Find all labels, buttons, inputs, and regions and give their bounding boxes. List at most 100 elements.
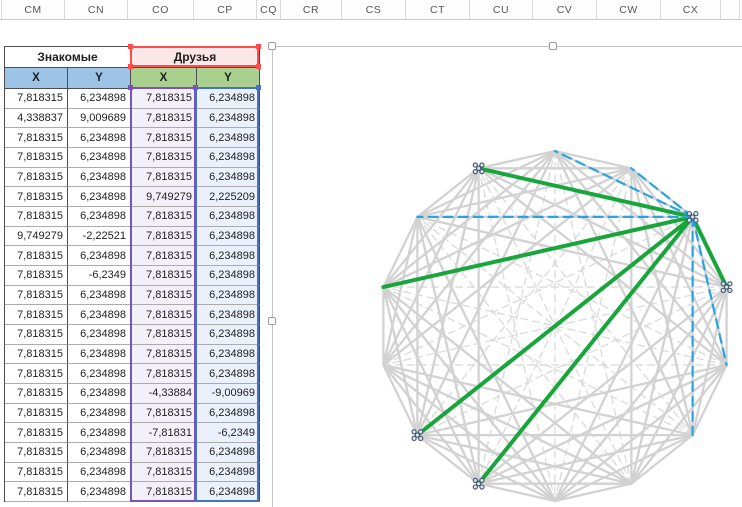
cell-r12-c4[interactable]: 6,234898 xyxy=(197,305,260,325)
cell-r6-c3[interactable]: 9,749279 xyxy=(131,187,197,207)
cell-r11-c2[interactable]: 6,234898 xyxy=(68,286,131,306)
cell-r14-c2[interactable]: 6,234898 xyxy=(68,345,131,365)
cell-r20-c1[interactable]: 7,818315 xyxy=(5,463,68,483)
cell-r11-c3[interactable]: 7,818315 xyxy=(131,286,197,306)
cell-r14-c4[interactable]: 6,234898 xyxy=(197,345,260,365)
cell-r7-c4[interactable]: 6,234898 xyxy=(197,207,260,227)
cell-r2-c3[interactable]: 7,818315 xyxy=(131,109,197,129)
cell-r10-c1[interactable]: 7,818315 xyxy=(5,266,68,286)
cell-r15-c4[interactable]: 6,234898 xyxy=(197,364,260,384)
cell-r4-c1[interactable]: 7,818315 xyxy=(5,148,68,168)
cell-r3-c1[interactable]: 7,818315 xyxy=(5,128,68,148)
cell-r19-c2[interactable]: 6,234898 xyxy=(68,443,131,463)
cell-r20-c4[interactable]: 6,234898 xyxy=(197,463,260,483)
red-range-handle-br[interactable] xyxy=(256,64,261,69)
column-header-CP[interactable]: CP xyxy=(194,0,257,19)
cell-r5-c1[interactable]: 7,818315 xyxy=(5,168,68,188)
cell-r19-c4[interactable]: 6,234898 xyxy=(197,443,260,463)
column-header-CX[interactable]: CX xyxy=(661,0,721,19)
cell-r1-c3[interactable]: 7,818315 xyxy=(131,89,197,109)
cell-r20-c3[interactable]: 7,818315 xyxy=(131,463,197,483)
sub-header-3[interactable]: Y xyxy=(197,68,260,89)
group-header-znakomye[interactable]: Знакомые xyxy=(5,47,131,68)
cell-r16-c4[interactable]: -9,00969 xyxy=(197,384,260,404)
cell-r16-c3[interactable]: -4,33884 xyxy=(131,384,197,404)
column-header-blank[interactable] xyxy=(721,0,740,19)
sub-header-2[interactable]: X xyxy=(131,68,197,89)
cell-r6-c4[interactable]: 2,225209 xyxy=(197,187,260,207)
cell-r11-c4[interactable]: 6,234898 xyxy=(197,286,260,306)
cell-r16-c1[interactable]: 7,818315 xyxy=(5,384,68,404)
cell-r3-c4[interactable]: 6,234898 xyxy=(197,128,260,148)
cell-r13-c4[interactable]: 6,234898 xyxy=(197,325,260,345)
cell-r8-c1[interactable]: 9,749279 xyxy=(5,227,68,247)
cell-r10-c3[interactable]: 7,818315 xyxy=(131,266,197,286)
cell-r10-c4[interactable]: 6,234898 xyxy=(197,266,260,286)
cell-r17-c2[interactable]: 6,234898 xyxy=(68,404,131,424)
cell-r16-c2[interactable]: 6,234898 xyxy=(68,384,131,404)
cell-r13-c2[interactable]: 6,234898 xyxy=(68,325,131,345)
cell-r7-c2[interactable]: 6,234898 xyxy=(68,207,131,227)
column-header-CQ[interactable]: CQ xyxy=(257,0,281,19)
cell-r9-c2[interactable]: 6,234898 xyxy=(68,246,131,266)
cell-r2-c2[interactable]: 9,009689 xyxy=(68,109,131,129)
cell-r13-c1[interactable]: 7,818315 xyxy=(5,325,68,345)
cell-r14-c1[interactable]: 7,818315 xyxy=(5,345,68,365)
cell-r19-c3[interactable]: 7,818315 xyxy=(131,443,197,463)
cell-r21-c3[interactable]: 7,818315 xyxy=(131,482,197,502)
chart-resize-handle-topleft[interactable] xyxy=(268,42,276,50)
cell-r18-c3[interactable]: -7,81831 xyxy=(131,423,197,443)
cell-r5-c2[interactable]: 6,234898 xyxy=(68,168,131,188)
column-header-CT[interactable]: CT xyxy=(406,0,470,19)
cell-r15-c2[interactable]: 6,234898 xyxy=(68,364,131,384)
column-header-CR[interactable]: CR xyxy=(281,0,342,19)
purple-range-handle-tl[interactable] xyxy=(128,85,133,90)
cell-r21-c1[interactable]: 7,818315 xyxy=(5,482,68,502)
cell-r2-c4[interactable]: 6,234898 xyxy=(197,109,260,129)
cell-r10-c2[interactable]: -6,2349 xyxy=(68,266,131,286)
red-range-handle-bl[interactable] xyxy=(128,64,133,69)
cell-r8-c4[interactable]: 6,234898 xyxy=(197,227,260,247)
cell-r9-c4[interactable]: 6,234898 xyxy=(197,246,260,266)
cell-r4-c4[interactable]: 6,234898 xyxy=(197,148,260,168)
cell-r4-c3[interactable]: 7,818315 xyxy=(131,148,197,168)
cell-r9-c3[interactable]: 7,818315 xyxy=(131,246,197,266)
cell-r12-c3[interactable]: 7,818315 xyxy=(131,305,197,325)
cell-r2-c1[interactable]: 4,338837 xyxy=(5,109,68,129)
blue-range-handle-tr[interactable] xyxy=(256,85,261,90)
cell-r14-c3[interactable]: 7,818315 xyxy=(131,345,197,365)
column-header-CV[interactable]: CV xyxy=(533,0,597,19)
sub-header-0[interactable]: X xyxy=(5,68,68,89)
sub-header-1[interactable]: Y xyxy=(68,68,131,89)
cell-r1-c2[interactable]: 6,234898 xyxy=(68,89,131,109)
column-header-CU[interactable]: CU xyxy=(470,0,533,19)
cell-r5-c3[interactable]: 7,818315 xyxy=(131,168,197,188)
chart-object[interactable] xyxy=(272,46,742,507)
cell-r9-c1[interactable]: 7,818315 xyxy=(5,246,68,266)
cell-r13-c3[interactable]: 7,818315 xyxy=(131,325,197,345)
cell-r20-c2[interactable]: 6,234898 xyxy=(68,463,131,483)
cell-r1-c1[interactable]: 7,818315 xyxy=(5,89,68,109)
cell-r21-c4[interactable]: 6,234898 xyxy=(197,482,260,502)
cell-r12-c1[interactable]: 7,818315 xyxy=(5,305,68,325)
cell-r8-c2[interactable]: -2,22521 xyxy=(68,227,131,247)
cell-r21-c2[interactable]: 6,234898 xyxy=(68,482,131,502)
column-header-CN[interactable]: CN xyxy=(65,0,128,19)
column-header-CM[interactable]: CM xyxy=(2,0,65,19)
cell-r15-c1[interactable]: 7,818315 xyxy=(5,364,68,384)
red-range-handle-tr[interactable] xyxy=(256,44,261,49)
purple-range-handle-tr[interactable] xyxy=(193,85,198,90)
column-header-CO[interactable]: CO xyxy=(128,0,194,19)
cell-r6-c2[interactable]: 6,234898 xyxy=(68,187,131,207)
cell-r18-c2[interactable]: 6,234898 xyxy=(68,423,131,443)
red-range-handle-tl[interactable] xyxy=(128,44,133,49)
cell-r1-c4[interactable]: 6,234898 xyxy=(197,89,260,109)
cell-r15-c3[interactable]: 7,818315 xyxy=(131,364,197,384)
cell-r3-c3[interactable]: 7,818315 xyxy=(131,128,197,148)
chart-resize-handle-leftcenter[interactable] xyxy=(268,317,276,325)
group-header-druzya[interactable]: Друзья xyxy=(131,47,260,68)
cell-r4-c2[interactable]: 6,234898 xyxy=(68,148,131,168)
cell-r8-c3[interactable]: 7,818315 xyxy=(131,227,197,247)
cell-r6-c1[interactable]: 7,818315 xyxy=(5,187,68,207)
cell-r17-c1[interactable]: 7,818315 xyxy=(5,404,68,424)
